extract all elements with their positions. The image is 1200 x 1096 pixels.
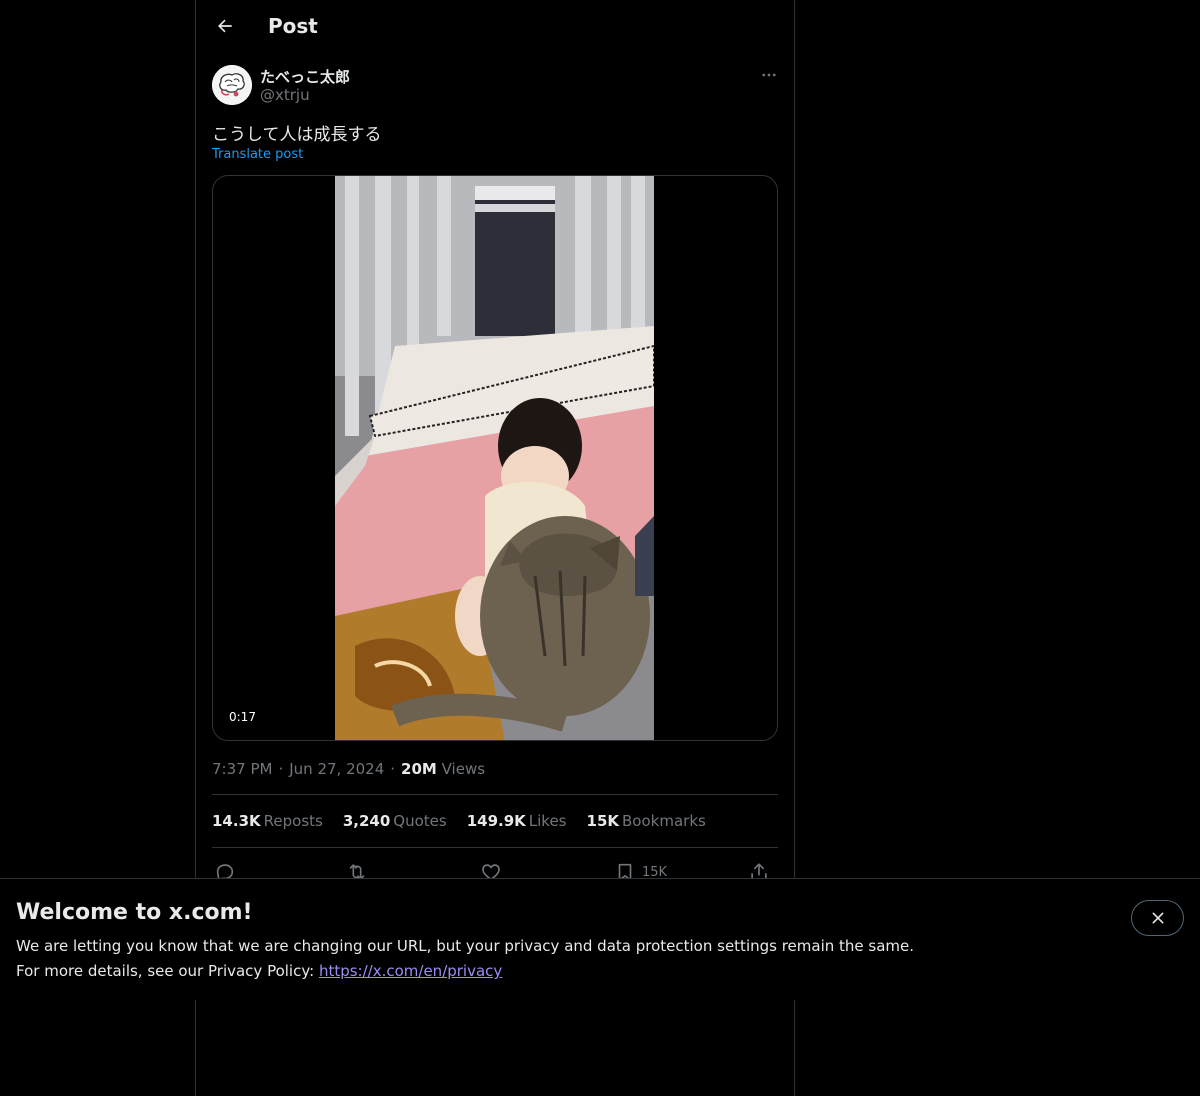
bookmarks-count: 15K: [586, 812, 620, 830]
quotes-label: Quotes: [393, 812, 447, 830]
post-metadata: 7:37 PM · Jun 27, 2024 · 20M Views: [212, 760, 485, 778]
privacy-policy-link[interactable]: https://x.com/en/privacy: [319, 962, 502, 980]
close-banner-button[interactable]: [1131, 900, 1184, 936]
reposts-label: Reposts: [263, 812, 323, 830]
back-button[interactable]: [208, 9, 242, 43]
views-count: 20M: [401, 760, 437, 778]
quotes-stat[interactable]: 3,240 Quotes: [343, 812, 447, 830]
video-frame: [335, 176, 654, 740]
likes-count: 149.9K: [466, 812, 526, 830]
reposts-stat[interactable]: 14.3K Reposts: [212, 812, 323, 830]
author-display-name[interactable]: たべっこ太郎: [260, 66, 350, 87]
divider: [212, 847, 778, 848]
page-header: Post: [196, 0, 794, 53]
more-options-button[interactable]: [758, 64, 780, 86]
more-horizontal-icon: [762, 73, 776, 77]
post-text: こうして人は成長する: [212, 125, 382, 145]
welcome-banner: Welcome to x.com! We are letting you kno…: [0, 878, 1200, 1000]
avatar-image: [212, 65, 252, 105]
reposts-count: 14.3K: [212, 812, 261, 830]
post-time[interactable]: 7:37 PM: [212, 760, 272, 778]
translate-post-link[interactable]: Translate post: [212, 147, 303, 162]
close-icon: [1152, 912, 1163, 924]
banner-title: Welcome to x.com!: [16, 900, 253, 925]
video-duration: 0:17: [223, 708, 262, 726]
bookmarks-label: Bookmarks: [622, 812, 706, 830]
meta-separator: ·: [390, 760, 396, 778]
post-date[interactable]: Jun 27, 2024: [289, 760, 384, 778]
bookmarks-stat[interactable]: 15K Bookmarks: [587, 812, 706, 830]
video-player[interactable]: 0:17: [212, 175, 778, 741]
quotes-count: 3,240: [342, 812, 391, 830]
arrow-left-icon: [218, 19, 232, 33]
banner-message: We are letting you know that we are chan…: [16, 937, 915, 955]
author-handle[interactable]: @xtrju: [260, 86, 310, 104]
engagement-stats: 14.3K Reposts 3,240 Quotes 149.9K Likes 15K…: [212, 812, 706, 830]
page-title: Post: [268, 14, 318, 38]
banner-privacy-line: For more details, see our Privacy Policy…: [16, 962, 502, 980]
meta-separator: ·: [278, 760, 284, 778]
divider: [212, 794, 778, 795]
banner-privacy-text: For more details, see our Privacy Policy…: [16, 962, 319, 980]
likes-stat[interactable]: 149.9K Likes: [467, 812, 567, 830]
avatar[interactable]: [212, 65, 252, 105]
likes-label: Likes: [528, 812, 567, 830]
views-label: Views: [441, 760, 486, 778]
